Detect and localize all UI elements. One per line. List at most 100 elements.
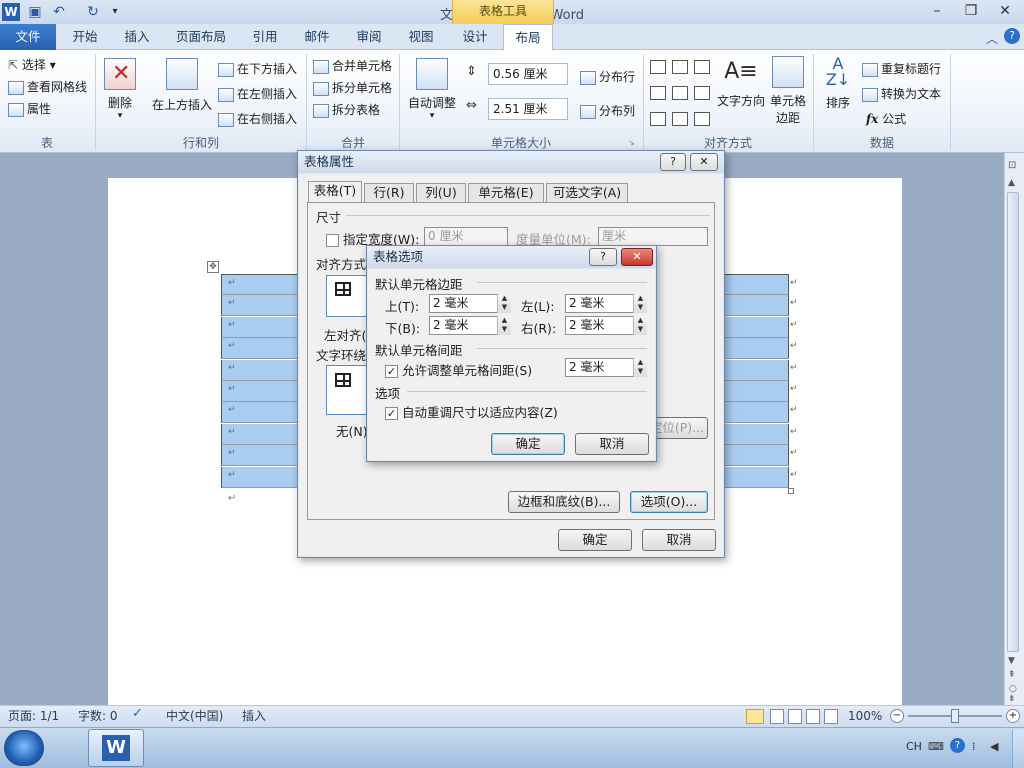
insert-below-button[interactable]: 在下方插入	[218, 60, 297, 77]
ok-button[interactable]: 确定	[558, 529, 632, 551]
align-middle-left-icon[interactable]	[650, 86, 666, 100]
outline-view-icon[interactable]	[806, 709, 820, 724]
scroll-down-icon[interactable]: ▼	[1008, 656, 1015, 666]
tab-table[interactable]: 表格(T)	[308, 181, 362, 203]
borders-shading-button[interactable]: 边框和底纹(B)...	[508, 491, 620, 513]
full-screen-view-icon[interactable]	[770, 709, 784, 724]
distribute-rows-button[interactable]: 分布行	[580, 68, 635, 85]
insert-right-button[interactable]: 在右侧插入	[218, 110, 297, 127]
browse-object-icon[interactable]: ○	[1009, 684, 1017, 694]
cell-size-launcher-icon[interactable]: ↘	[628, 138, 635, 147]
convert-to-text-button[interactable]: 转换为文本	[862, 85, 941, 102]
align-middle-right-icon[interactable]	[694, 86, 710, 100]
zoom-in-icon[interactable]: +	[1006, 709, 1020, 723]
insert-mode-status[interactable]: 插入	[242, 705, 266, 727]
right-margin-spinner[interactable]: ▲ ▼	[633, 316, 647, 335]
zoom-slider-thumb[interactable]	[951, 709, 959, 723]
tab-view[interactable]: 视图	[398, 24, 444, 50]
align-bottom-center-icon[interactable]	[672, 112, 688, 126]
prev-page-icon[interactable]: ⇞	[1008, 670, 1016, 680]
left-margin-spinner[interactable]: ▲ ▼	[633, 294, 647, 313]
word-count-status[interactable]: 字数: 0	[78, 705, 118, 727]
ruler-toggle-icon[interactable]: ⊡	[1008, 160, 1016, 171]
text-direction-button[interactable]: A≡ 文字方向	[716, 56, 766, 109]
formula-button[interactable]: fx 公式	[866, 110, 906, 127]
close-button[interactable]: ✕	[621, 248, 653, 266]
tab-review[interactable]: 审阅	[346, 24, 392, 50]
align-left-option-icon[interactable]	[326, 275, 368, 317]
help-button[interactable]: ?	[589, 248, 617, 266]
split-table-button[interactable]: 拆分表格	[313, 101, 380, 118]
tab-home[interactable]: 开始	[62, 24, 108, 50]
ribbon-collapse-icon[interactable]: ︿	[986, 30, 998, 47]
bottom-margin-spinner[interactable]: ▲ ▼	[497, 316, 511, 335]
top-margin-spinner[interactable]: ▲ ▼	[497, 294, 511, 313]
scroll-up-icon[interactable]: ▲	[1008, 178, 1015, 188]
insert-left-button[interactable]: 在左侧插入	[218, 85, 297, 102]
distribute-cols-button[interactable]: 分布列	[580, 102, 635, 119]
tab-cell[interactable]: 单元格(E)	[468, 183, 544, 203]
properties-button[interactable]: 属性	[8, 100, 51, 117]
width-input[interactable]: 0 厘米	[424, 227, 508, 246]
language-status[interactable]: 中文(中国)	[166, 705, 223, 727]
proofing-icon[interactable]: ✓	[132, 706, 143, 721]
align-top-right-icon[interactable]	[694, 60, 710, 74]
delete-button[interactable]: ✕ 删除 ▾	[104, 58, 136, 121]
table-resize-handle[interactable]	[788, 488, 794, 494]
volume-icon[interactable]: ◀	[990, 740, 998, 753]
align-bottom-right-icon[interactable]	[694, 112, 710, 126]
tab-column[interactable]: 列(U)	[416, 183, 466, 203]
view-gridlines-button[interactable]: 查看网格线	[8, 78, 87, 95]
wrap-none-option-icon[interactable]	[326, 365, 368, 415]
allow-spacing-checkbox[interactable]: ✓ 允许调整单元格间距(S)	[385, 360, 532, 379]
align-top-center-icon[interactable]	[672, 60, 688, 74]
repeat-header-button[interactable]: 重复标题行	[862, 60, 941, 77]
close-icon[interactable]: ✕	[992, 2, 1018, 22]
align-top-left-icon[interactable]	[650, 60, 666, 74]
cell-margins-button[interactable]: 单元格 边距	[768, 56, 808, 126]
input-language-indicator[interactable]: CH	[906, 740, 922, 753]
auto-resize-checkbox[interactable]: ✓ 自动重调尺寸以适应内容(Z)	[385, 402, 558, 421]
page-count-status[interactable]: 页面: 1/1	[8, 705, 59, 727]
next-page-icon[interactable]: ⇟	[1008, 694, 1016, 704]
insert-above-button[interactable]: 在上方插入	[150, 58, 214, 113]
tab-mailings[interactable]: 邮件	[294, 24, 340, 50]
measure-in-select[interactable]: 厘米	[598, 227, 708, 246]
split-cells-button[interactable]: 拆分单元格	[313, 79, 392, 96]
minimize-icon[interactable]: –	[924, 2, 950, 22]
start-button[interactable]	[4, 730, 44, 766]
sort-button[interactable]: A Z↓ 排序	[822, 56, 854, 111]
row-height-input[interactable]: 0.56 厘米	[488, 63, 568, 85]
help-button[interactable]: ?	[660, 153, 686, 171]
autofit-button[interactable]: 自动调整 ▾	[404, 58, 460, 121]
table-move-handle-icon[interactable]: ✥	[207, 261, 219, 273]
ok-button[interactable]: 确定	[491, 433, 565, 455]
tab-alt-text[interactable]: 可选文字(A)	[546, 183, 628, 203]
options-button[interactable]: 选项(O)...	[630, 491, 708, 513]
web-layout-view-icon[interactable]	[788, 709, 802, 724]
close-button[interactable]: ✕	[690, 153, 718, 171]
col-width-input[interactable]: 2.51 厘米	[488, 98, 568, 120]
tab-insert[interactable]: 插入	[114, 24, 160, 50]
restore-icon[interactable]: ❐	[958, 2, 984, 22]
taskbar-word-button[interactable]: W	[88, 729, 144, 767]
draft-view-icon[interactable]	[824, 709, 838, 724]
help-icon[interactable]: ?	[1004, 28, 1020, 44]
keyboard-icon[interactable]: ⌨	[928, 740, 944, 753]
show-desktop-button[interactable]	[1012, 730, 1024, 768]
tab-references[interactable]: 引用	[242, 24, 288, 50]
scroll-thumb[interactable]	[1007, 192, 1019, 652]
align-middle-center-icon[interactable]	[672, 86, 688, 100]
cancel-button[interactable]: 取消	[575, 433, 649, 455]
merge-cells-button[interactable]: 合并单元格	[313, 57, 392, 74]
tab-row[interactable]: 行(R)	[364, 183, 414, 203]
tab-layout[interactable]: 布局	[503, 24, 553, 51]
tab-design[interactable]: 设计	[452, 24, 498, 50]
ime-help-icon[interactable]: ?	[950, 738, 965, 753]
tab-page-layout[interactable]: 页面布局	[170, 24, 232, 50]
print-layout-view-icon[interactable]	[746, 709, 764, 724]
tab-file[interactable]: 文件	[0, 24, 56, 50]
zoom-level[interactable]: 100%	[848, 705, 882, 727]
select-button[interactable]: ⇱ 选择 ▾	[8, 56, 56, 73]
cancel-button[interactable]: 取消	[642, 529, 716, 551]
